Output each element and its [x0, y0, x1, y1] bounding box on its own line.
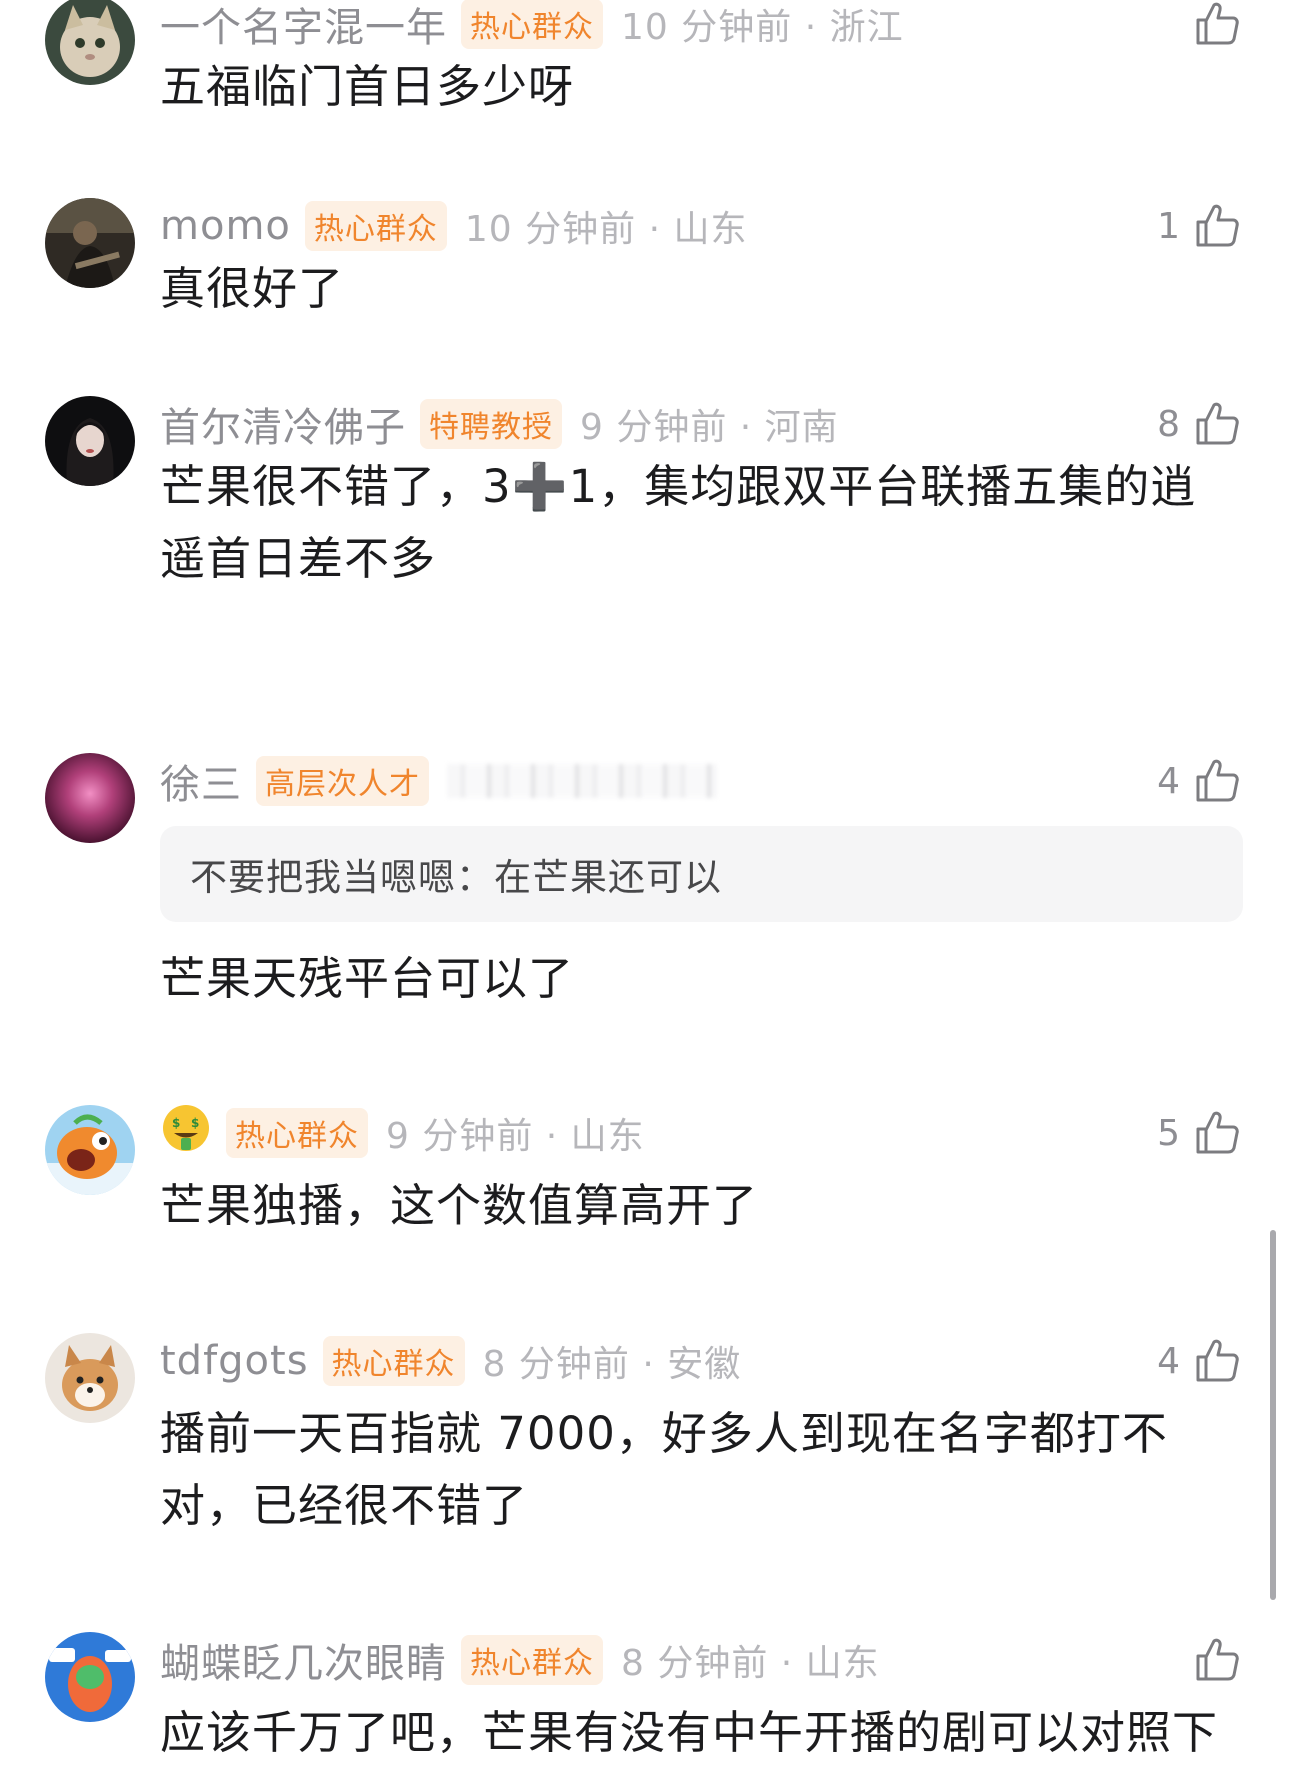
comment-text: 播前一天百指就 7000，好多人到现在名字都打不对，已经很不错了 — [160, 1407, 1168, 1532]
comment-text: 真很好了 — [160, 262, 345, 315]
cartoon-fish-avatar[interactable] — [45, 1105, 135, 1195]
username[interactable]: tdfgots — [160, 1338, 309, 1384]
user-badge: 热心群众 — [304, 201, 447, 251]
cartoon-sticker-avatar[interactable] — [45, 1632, 135, 1722]
thumbs-up-icon — [1196, 204, 1239, 247]
comment-text: 芒果独播，这个数值算高开了 — [160, 1179, 759, 1232]
like-count: 4 — [1157, 760, 1180, 802]
like-count: 4 — [1157, 1340, 1180, 1382]
svg-text:$: $ — [172, 1116, 181, 1130]
comment-text: 五福临门首日多少呀 — [160, 60, 575, 113]
shiba-dog-avatar[interactable] — [45, 1333, 135, 1423]
comment-feed: 一个名字混一年 热心群众 10 分钟前 · 浙江 五福临门首日多少呀 momo … — [0, 0, 1290, 1791]
quoted-reply[interactable]: 不要把我当嗯嗯：在芒果还可以 — [160, 826, 1243, 922]
thumbs-up-icon — [1196, 1638, 1239, 1681]
time-location: 10 分钟前 · 山东 — [464, 209, 748, 250]
comment-meta: momo 热心群众 10 分钟前 · 山东 — [160, 199, 747, 253]
thumbs-up-icon — [1196, 1111, 1239, 1154]
like-count: 1 — [1157, 205, 1180, 247]
scrollbar[interactable] — [1270, 1230, 1276, 1600]
like-button[interactable]: 5 — [1157, 1106, 1242, 1160]
user-badge: 热心群众 — [461, 0, 603, 49]
user-badge: 高层次人才 — [256, 756, 429, 806]
money-mouth-emoji-icon: $ $ — [163, 1105, 209, 1151]
thumbs-up-icon — [1196, 1339, 1239, 1382]
comment-meta: tdfgots 热心群众 8 分钟前 · 安徽 — [160, 1334, 741, 1388]
like-button[interactable] — [1180, 0, 1242, 51]
comment-meta: $ $ 热心群众 9 分钟前 · 山东 — [160, 1105, 645, 1160]
time-location: 9 分钟前 · 山东 — [386, 1116, 645, 1157]
pink-orb-avatar[interactable] — [45, 753, 135, 843]
username[interactable]: 蝴蝶眨几次眼睛 — [160, 1631, 447, 1689]
username[interactable]: 徐三 — [160, 752, 242, 810]
thumbs-up-icon — [1196, 759, 1239, 802]
comment-text: 应该千万了吧，芒果有没有中午开播的剧可以对照下 — [160, 1706, 1219, 1759]
user-badge: 热心群众 — [461, 1635, 603, 1685]
time-location: 8 分钟前 · 山东 — [621, 1643, 880, 1684]
comment-meta: 蝴蝶眨几次眼睛 热心群众 8 分钟前 · 山东 — [160, 1633, 880, 1687]
obscured-time-location — [447, 764, 717, 798]
girl-portrait-avatar[interactable] — [45, 396, 135, 486]
like-button[interactable]: 1 — [1157, 199, 1242, 253]
like-button[interactable]: 4 — [1157, 1334, 1242, 1388]
comment-text: 芒果天残平台可以了 — [160, 952, 575, 1005]
svg-text:$: $ — [191, 1116, 200, 1130]
like-button[interactable] — [1180, 1633, 1242, 1687]
user-badge: 特聘教授 — [420, 399, 562, 449]
like-count: 5 — [1157, 1112, 1180, 1154]
time-location: 8 分钟前 · 安徽 — [482, 1344, 742, 1385]
user-badge: 热心群众 — [226, 1108, 368, 1158]
comment-meta: 首尔清冷佛子 特聘教授 9 分钟前 · 河南 — [160, 397, 839, 451]
comment-meta: 徐三 高层次人才 — [160, 754, 717, 808]
like-button[interactable]: 8 — [1157, 397, 1242, 451]
time-location: 9 分钟前 · 河南 — [580, 407, 839, 448]
username[interactable]: 首尔清冷佛子 — [160, 395, 406, 453]
comment-meta: 一个名字混一年 热心群众 10 分钟前 · 浙江 — [160, 0, 904, 51]
user-badge: 热心群众 — [322, 1336, 465, 1386]
guitar-photo-avatar[interactable] — [45, 198, 135, 288]
cat-avatar[interactable] — [45, 0, 135, 85]
username[interactable]: $ $ — [160, 1102, 212, 1164]
comment-text: 芒果很不错了，3➕1，集均跟双平台联播五集的逍遥首日差不多 — [160, 460, 1197, 585]
username[interactable]: 一个名字混一年 — [160, 0, 447, 53]
time-location: 10 分钟前 · 浙江 — [621, 7, 904, 48]
username[interactable]: momo — [160, 203, 291, 249]
like-button[interactable]: 4 — [1157, 754, 1242, 808]
like-count: 8 — [1157, 403, 1180, 445]
thumbs-up-icon — [1196, 2, 1239, 45]
thumbs-up-icon — [1196, 402, 1239, 445]
